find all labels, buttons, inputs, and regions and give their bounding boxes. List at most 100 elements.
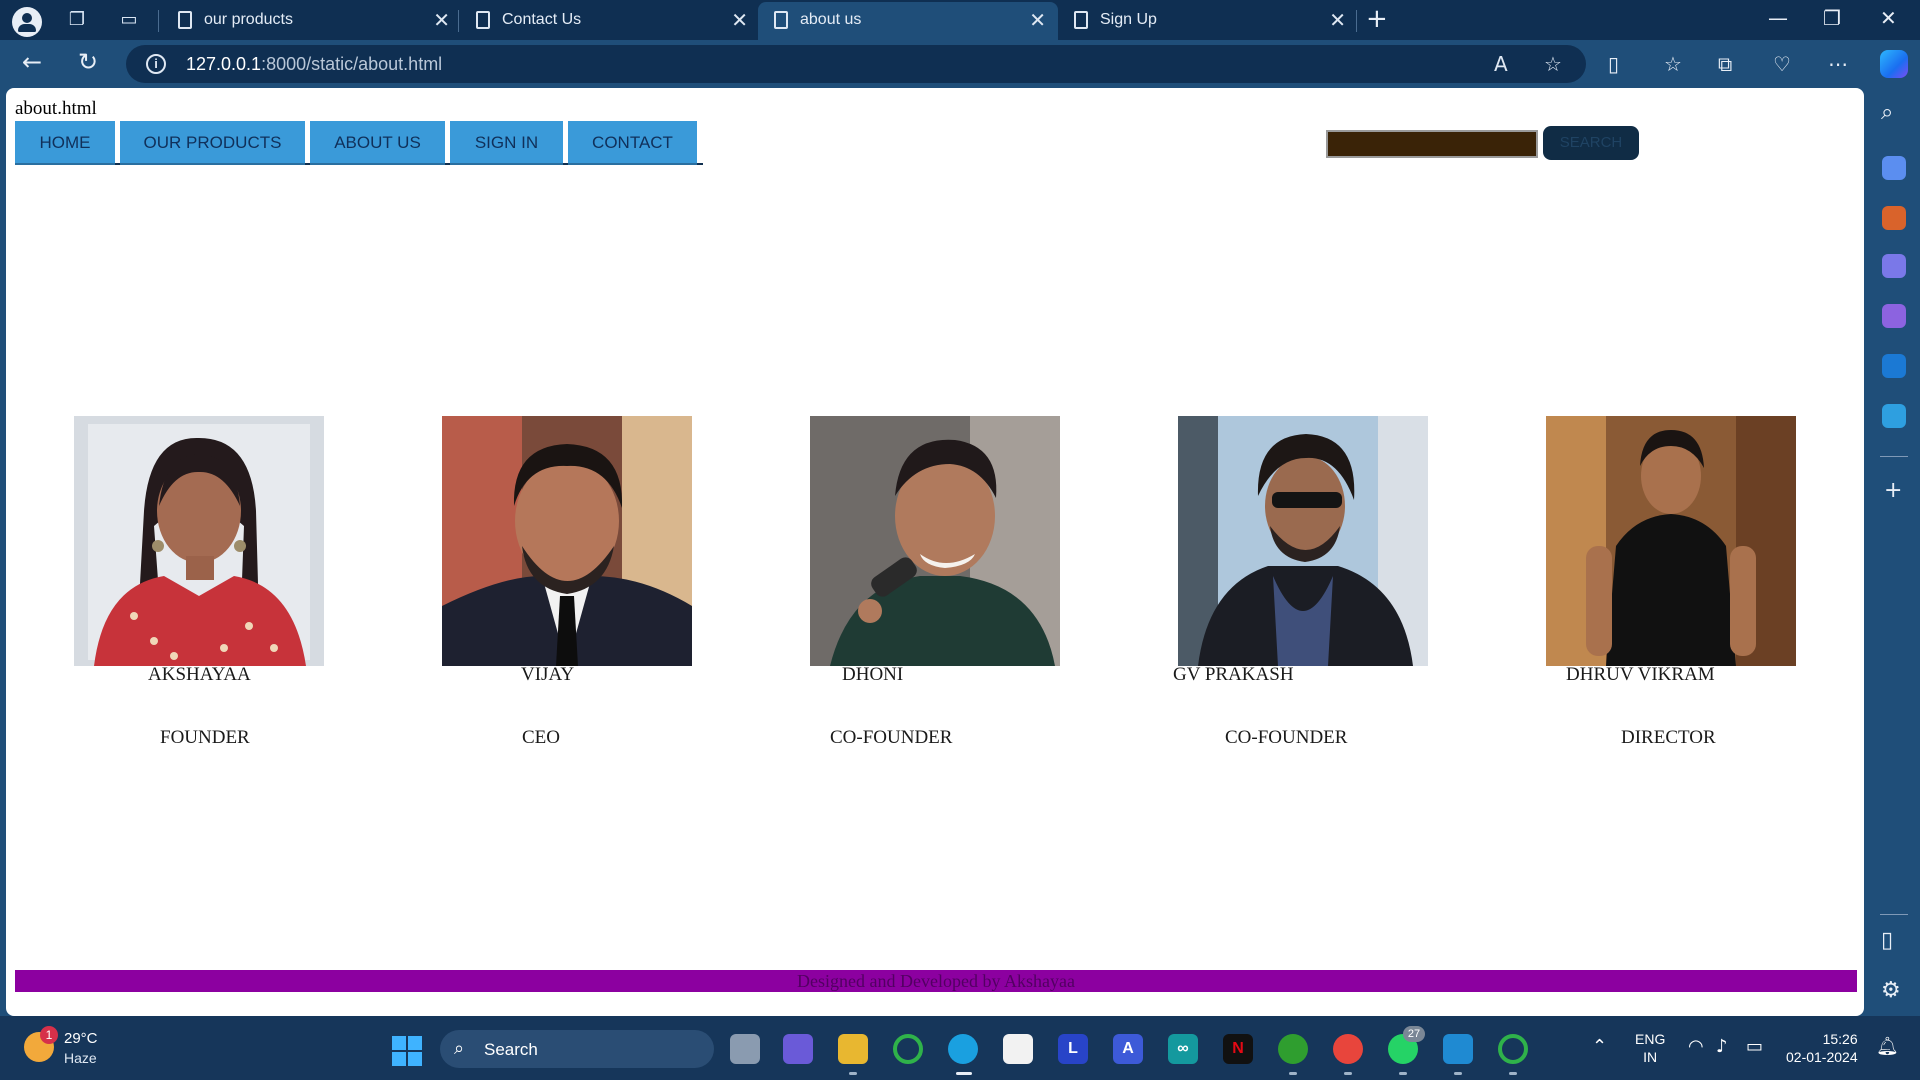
wifi-icon[interactable]: ◠ — [1688, 1036, 1704, 1057]
running-indicator — [1344, 1072, 1352, 1075]
refresh-button[interactable]: ↻ — [78, 48, 98, 76]
close-icon[interactable]: ✕ — [1329, 8, 1346, 32]
search-input[interactable] — [1326, 130, 1538, 158]
language-indicator[interactable]: ENG IN — [1635, 1030, 1665, 1066]
page-footer: Designed and Developed by Akshayaa — [15, 970, 1857, 992]
close-icon[interactable]: ✕ — [731, 8, 748, 32]
tab-about-us[interactable]: about us ✕ — [758, 2, 1058, 40]
system-clock[interactable]: 15:26 02-01-2024 — [1786, 1030, 1858, 1066]
a-app-icon[interactable]: A — [1113, 1034, 1143, 1064]
netflix-icon[interactable]: N — [1223, 1034, 1253, 1064]
copilot-sidebar-icon[interactable] — [1882, 304, 1906, 328]
weather-badge: 1 — [40, 1026, 58, 1044]
minimize-button[interactable]: — — [1768, 6, 1788, 30]
l-app-icon[interactable]: L — [1058, 1034, 1088, 1064]
xbox-icon[interactable] — [1278, 1034, 1308, 1064]
loading-app-icon[interactable] — [1498, 1034, 1528, 1064]
weather-condition[interactable]: Haze — [64, 1050, 97, 1066]
search-icon[interactable]: ⌕ — [1881, 100, 1893, 125]
tab-title: about us — [800, 11, 862, 28]
profile-icon[interactable] — [12, 7, 42, 37]
browser-tab-bar: ❐ ▭ our products ✕ Contact Us ✕ about us… — [0, 0, 1920, 40]
meet-icon[interactable] — [783, 1034, 813, 1064]
team-member-role: CO-FOUNDER — [1225, 727, 1348, 748]
running-indicator — [1399, 1072, 1407, 1075]
taskbar-search[interactable]: ⌕ Search — [440, 1030, 714, 1068]
team-member-name: GV PRAKASH — [1173, 664, 1294, 685]
close-window-button[interactable]: ✕ — [1880, 6, 1897, 30]
url-text[interactable]: 127.0.0.1:8000/static/about.html — [186, 54, 442, 75]
tab-our-products[interactable]: our products ✕ — [162, 2, 462, 40]
tab-separator — [158, 10, 159, 32]
microsoft-store-icon[interactable] — [1003, 1034, 1033, 1064]
start-button[interactable] — [392, 1036, 422, 1066]
language-code: ENG — [1635, 1031, 1666, 1047]
tools-icon[interactable] — [1882, 206, 1906, 230]
sidebar-panel-icon[interactable]: ▯ — [1881, 928, 1893, 953]
more-menu-icon[interactable]: ⋯ — [1828, 52, 1848, 76]
volume-icon[interactable]: ♪ — [1716, 1036, 1728, 1057]
team-member-name: DHONI — [842, 664, 904, 685]
close-icon[interactable]: ✕ — [1029, 8, 1046, 32]
portrait-dhruv-vikram — [1546, 416, 1796, 666]
close-icon[interactable]: ✕ — [433, 8, 450, 32]
settings-gear-icon[interactable]: ⚙ — [1881, 978, 1901, 1003]
search-icon: ⌕ — [454, 1038, 465, 1059]
clock-time: 15:26 — [1822, 1031, 1858, 1047]
tab-contact-us[interactable]: Contact Us ✕ — [460, 2, 760, 40]
shopping-icon[interactable] — [1882, 156, 1906, 180]
task-view-icon[interactable] — [730, 1034, 760, 1064]
back-button[interactable]: ← — [22, 48, 42, 76]
tab-separator — [1356, 10, 1357, 32]
running-indicator — [1454, 1072, 1462, 1075]
file-explorer-icon[interactable] — [838, 1034, 868, 1064]
tab-title: Sign Up — [1100, 11, 1157, 28]
portrait-vijay — [442, 416, 692, 666]
taskbar-search-label: Search — [484, 1040, 538, 1059]
portrait-dhoni — [810, 416, 1060, 666]
battery-icon[interactable]: ▭ — [1746, 1036, 1763, 1057]
browser-essentials-icon[interactable]: ♡ — [1773, 52, 1791, 76]
footer-credit: Designed and Developed by Akshayaa — [797, 971, 1075, 991]
collections-icon[interactable]: ⧉ — [1718, 52, 1732, 76]
document-icon — [774, 11, 788, 29]
split-screen-icon[interactable]: ▯ — [1608, 52, 1619, 76]
sidebar-separator — [1880, 456, 1908, 457]
add-icon[interactable]: + — [1884, 478, 1902, 503]
tab-sign-up[interactable]: Sign Up ✕ — [1058, 2, 1358, 40]
edge-browser-icon[interactable] — [948, 1034, 978, 1064]
running-indicator — [1289, 1072, 1297, 1075]
chevron-up-icon[interactable]: ⌃ — [1592, 1036, 1607, 1057]
games-icon[interactable] — [1882, 254, 1906, 278]
notification-bell-icon[interactable]: 🔔︎ — [1876, 1036, 1899, 1057]
search-button[interactable]: SEARCH — [1543, 126, 1639, 160]
arduino-icon[interactable]: ∞ — [1168, 1034, 1198, 1064]
team-member-role: CO-FOUNDER — [830, 727, 953, 748]
nav-our-products[interactable]: OUR PRODUCTS — [120, 121, 305, 165]
vscode-icon[interactable] — [1443, 1034, 1473, 1064]
weather-temperature[interactable]: 29°C — [64, 1030, 98, 1047]
tab-actions-icon[interactable]: ▭ — [118, 9, 140, 31]
address-bar[interactable]: i 127.0.0.1:8000/static/about.html A ☆ — [126, 45, 1586, 83]
edge-sidebar: ⌕ + ▯ ⚙ — [1868, 88, 1920, 1016]
workspaces-icon[interactable]: ❐ — [66, 9, 88, 31]
page-viewport: about.html HOME OUR PRODUCTS ABOUT US SI… — [6, 88, 1864, 1016]
copilot-icon[interactable] — [1880, 50, 1908, 78]
nav-about-us[interactable]: ABOUT US — [310, 121, 445, 165]
site-info-icon[interactable]: i — [146, 54, 166, 74]
refresh-app-icon[interactable] — [893, 1034, 923, 1064]
clock-date: 02-01-2024 — [1786, 1049, 1858, 1065]
chrome-icon[interactable] — [1333, 1034, 1363, 1064]
page-file-label: about.html — [15, 98, 97, 119]
nav-contact[interactable]: CONTACT — [568, 121, 697, 165]
outlook-icon[interactable] — [1882, 354, 1906, 378]
nav-sign-in[interactable]: SIGN IN — [450, 121, 563, 165]
favorite-star-icon[interactable]: ☆ — [1544, 52, 1562, 76]
favorites-icon[interactable]: ☆ — [1664, 52, 1682, 76]
nav-home[interactable]: HOME — [15, 121, 115, 165]
restore-button[interactable]: ❐ — [1823, 6, 1841, 30]
document-icon — [1074, 11, 1088, 29]
new-tab-button[interactable]: + — [1366, 4, 1388, 34]
read-aloud-icon[interactable]: A — [1494, 52, 1508, 76]
send-icon[interactable] — [1882, 404, 1906, 428]
